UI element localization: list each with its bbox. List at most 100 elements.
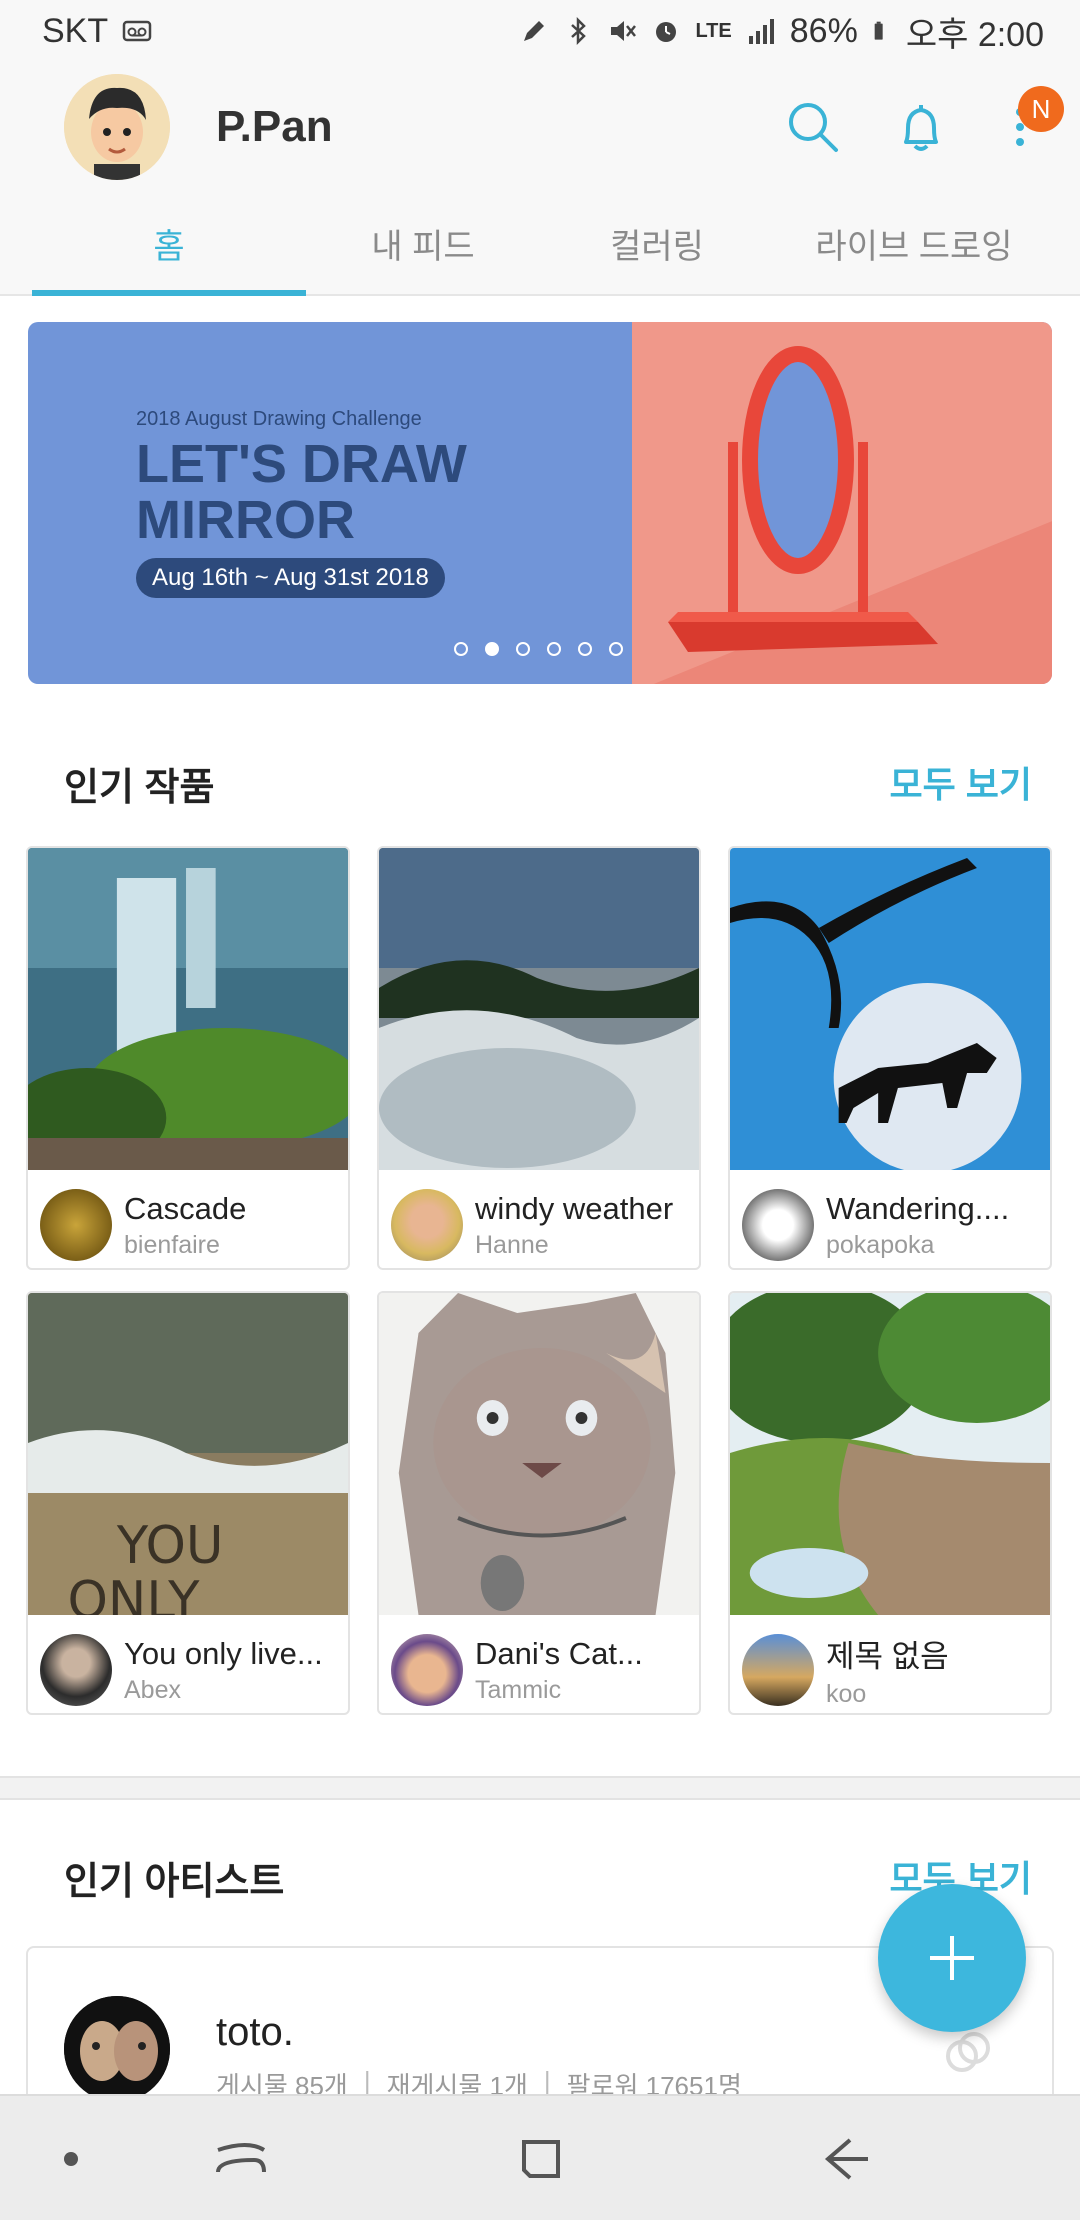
promo-banner[interactable]: 2018 August Drawing Challenge LET'S DRAW… (28, 322, 1052, 684)
carrier-group: SKT (42, 12, 152, 51)
app-header: P.Pan N (0, 62, 1080, 192)
voicemail-icon (122, 20, 152, 42)
artwork-title: Dani's Cat... (475, 1635, 643, 1671)
artwork-author: Hanne (475, 1230, 549, 1259)
artwork-card[interactable]: windy weather Hanne (377, 846, 701, 1270)
popular-works-see-all[interactable]: 모두 보기 (890, 756, 1032, 808)
artwork-texts: Wandering.... pokapoka (826, 1191, 1009, 1260)
author-avatar[interactable] (742, 1634, 814, 1706)
signal-icon (748, 19, 774, 44)
pager-dot[interactable] (547, 642, 561, 656)
tab-coloring[interactable]: 컬러링 (530, 192, 784, 294)
author-avatar[interactable] (742, 1189, 814, 1261)
recent-apps-dot-icon[interactable] (38, 2126, 104, 2192)
author-avatar[interactable] (391, 1189, 463, 1261)
artwork-thumbnail: YOU ONLY (28, 1293, 348, 1631)
artwork-card[interactable]: Dani's Cat... Tammic (377, 1291, 701, 1715)
popular-works-heading: 인기 작품 (64, 767, 215, 809)
battery-percent: 86% (789, 11, 858, 50)
pen-icon (524, 21, 545, 41)
artwork-thumbnail (379, 848, 699, 1170)
search-icon[interactable] (784, 98, 842, 156)
artwork-texts: 제목 없음 koo (826, 1631, 949, 1709)
artwork-author: bienfaire (124, 1230, 220, 1259)
banner-title: LET'S DRAW MIRROR (136, 434, 467, 550)
artwork-card[interactable]: Cascade bienfaire (26, 846, 350, 1270)
pager-dot[interactable] (609, 642, 623, 656)
artwork-author: Abex (124, 1675, 181, 1704)
artwork-author: koo (826, 1680, 867, 1708)
artwork-meta: Wandering.... pokapoka (730, 1175, 1050, 1268)
artwork-thumbnail (730, 1293, 1050, 1615)
lte-label: LTE (695, 19, 732, 42)
battery-icon (874, 21, 883, 40)
clock: 오후 2:00 (905, 15, 1044, 54)
home-icon[interactable] (508, 2126, 574, 2192)
artwork-card[interactable]: 제목 없음 koo (728, 1291, 1052, 1715)
artwork-author: Tammic (475, 1675, 562, 1704)
username: P.Pan (216, 102, 333, 151)
pager-dot-active[interactable] (485, 642, 499, 656)
svg-text:YOU: YOU (116, 1516, 224, 1576)
author-avatar[interactable] (40, 1189, 112, 1261)
tab-label: 컬러링 (610, 227, 704, 266)
tab-home[interactable]: 홈 (32, 192, 306, 296)
artwork-thumbnail (379, 1293, 699, 1615)
plus-icon (930, 1936, 974, 1980)
tab-live-drawing[interactable]: 라이브 드로잉 (784, 192, 1044, 294)
create-fab-button[interactable] (878, 1884, 1026, 2032)
svg-text:ONLY: ONLY (68, 1571, 200, 1615)
artwork-meta: You only live... Abex (28, 1620, 348, 1713)
artwork-card[interactable]: YOU ONLY You only live... Abex (26, 1291, 350, 1715)
popular-artists-heading: 인기 아티스트 (64, 1861, 285, 1903)
artwork-meta: Dani's Cat... Tammic (379, 1620, 699, 1713)
artwork-thumbnail (730, 848, 1050, 1173)
tab-label: 홈 (153, 227, 185, 266)
tab-label: 라이브 드로잉 (815, 227, 1013, 266)
profile-avatar[interactable] (64, 74, 170, 180)
artwork-card[interactable]: Wandering.... pokapoka (728, 846, 1052, 1270)
system-nav-bar (0, 2094, 1080, 2220)
tab-bar: 홈 내 피드 컬러링 라이브 드로잉 (0, 192, 1080, 296)
back-icon[interactable] (812, 2126, 878, 2192)
pager-dot[interactable] (454, 642, 468, 656)
banner-dates: Aug 16th ~ Aug 31st 2018 (136, 558, 445, 598)
avatar-illustration (64, 74, 170, 180)
artwork-texts: You only live... Abex (124, 1636, 323, 1705)
artwork-thumbnail (28, 848, 348, 1170)
artist-name: toto. (216, 2010, 294, 2054)
pager-dot[interactable] (516, 642, 530, 656)
recents-icon[interactable] (208, 2126, 274, 2192)
artwork-meta: 제목 없음 koo (730, 1620, 1050, 1713)
author-avatar[interactable] (391, 1634, 463, 1706)
artwork-title: Wandering.... (826, 1190, 1010, 1226)
artwork-meta: Cascade bienfaire (28, 1175, 348, 1268)
more-menu-button[interactable]: N (1000, 86, 1064, 156)
artwork-title: 제목 없음 (826, 1639, 949, 1674)
mute-icon (611, 21, 637, 41)
pager-dot[interactable] (578, 642, 592, 656)
artwork-texts: Dani's Cat... Tammic (475, 1636, 643, 1705)
artist-avatar-image (64, 1996, 170, 2102)
banner-pager (454, 642, 623, 656)
status-bar: SKT LTE 86% 오후 2:00 (0, 0, 1080, 62)
notification-badge: N (1018, 86, 1064, 132)
alarm-icon (656, 22, 677, 42)
artist-avatar[interactable] (64, 1996, 170, 2102)
artwork-texts: Cascade bienfaire (124, 1191, 246, 1260)
artwork-title: You only live... (124, 1635, 323, 1671)
header-actions: N (784, 86, 1064, 156)
artwork-texts: windy weather Hanne (475, 1191, 673, 1260)
artwork-meta: windy weather Hanne (379, 1175, 699, 1268)
carrier-label: SKT (42, 11, 109, 50)
status-icons: LTE 86% 오후 2:00 (519, 7, 1044, 56)
section-divider (0, 1776, 1080, 1800)
bell-icon[interactable] (892, 98, 950, 156)
artwork-title: Cascade (124, 1190, 247, 1226)
author-avatar[interactable] (40, 1634, 112, 1706)
banner-subtitle: 2018 August Drawing Challenge (136, 408, 422, 430)
artwork-title: windy weather (475, 1190, 674, 1226)
tab-label: 내 피드 (371, 227, 475, 266)
tab-my-feed[interactable]: 내 피드 (316, 192, 530, 294)
artwork-author: pokapoka (826, 1230, 935, 1259)
